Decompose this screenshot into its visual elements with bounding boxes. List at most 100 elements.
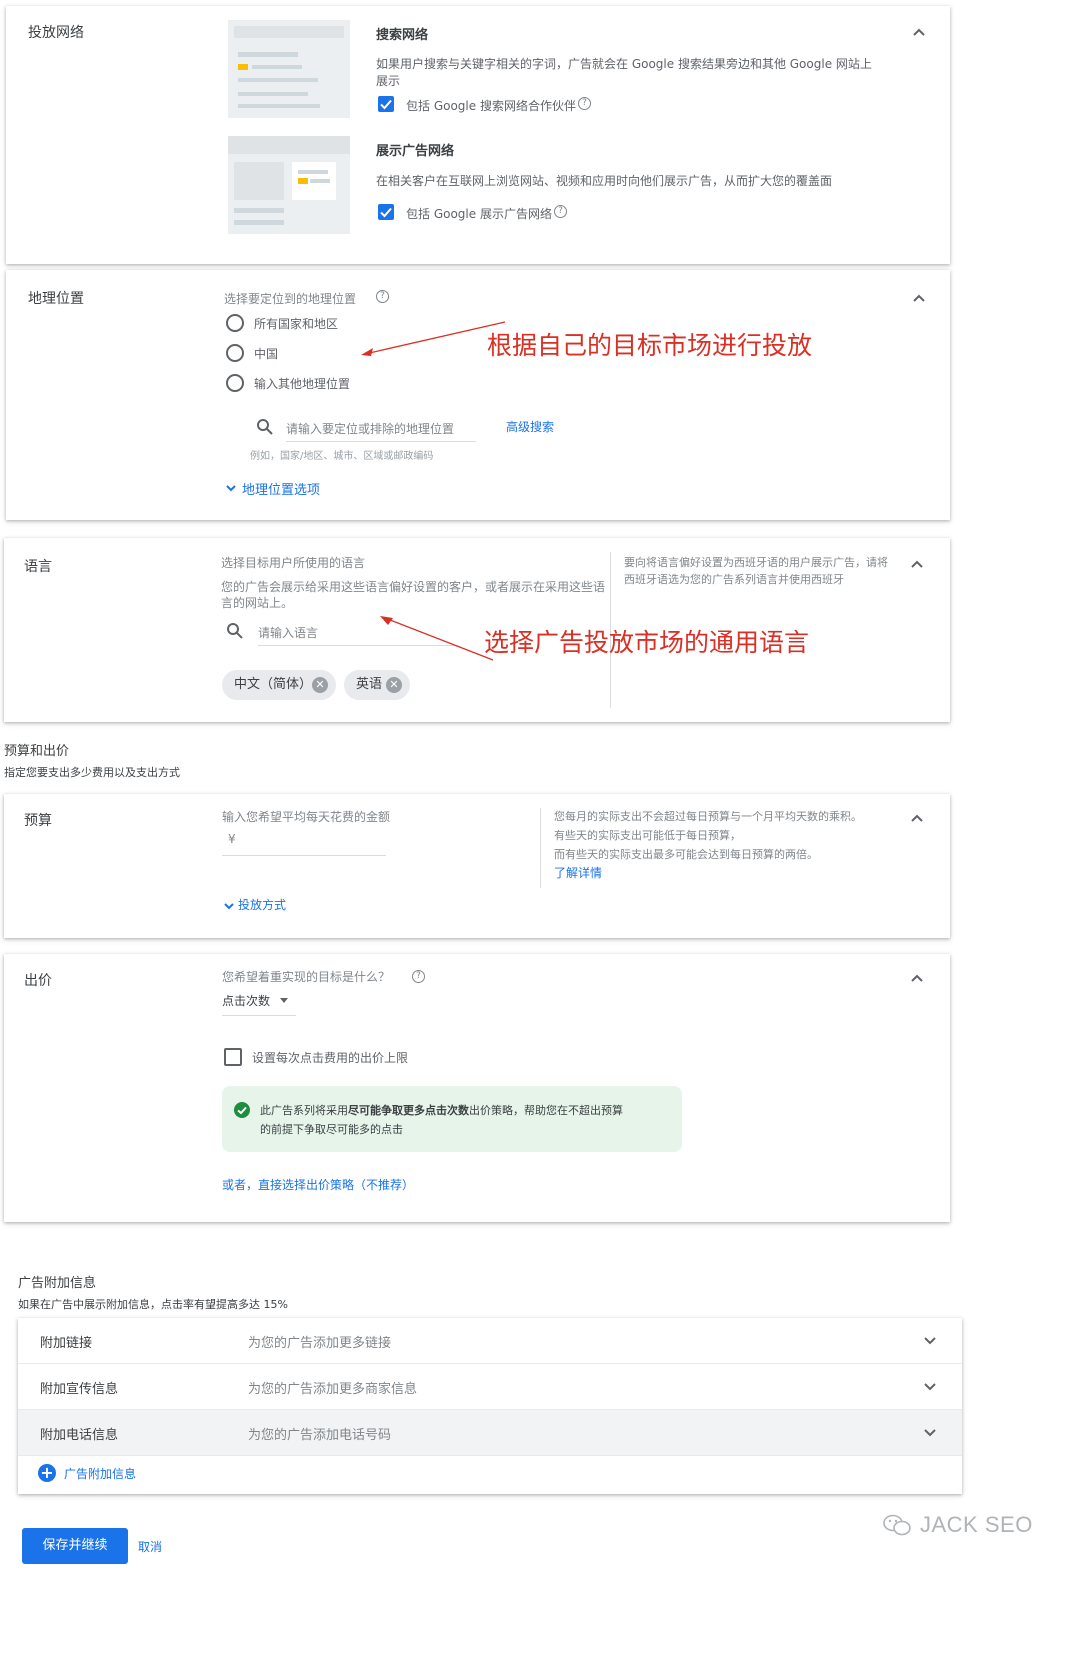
- language-side-note: 要向将语言偏好设置为西班牙语的用户展示广告，请将西班牙语选为您的广告系列语言并使…: [624, 556, 888, 586]
- select-bid-strategy-link[interactable]: 或者，直接选择出价策略（不推荐）: [222, 1176, 414, 1193]
- bidding-info-line-1: 此广告系列将采用尽可能争取更多点击次数出价策略，帮助您在不超出预算: [260, 1102, 623, 1118]
- collapse-language-icon[interactable]: [908, 556, 926, 574]
- check-circle-icon: [234, 1102, 250, 1118]
- networks-section-title: 投放网络: [28, 25, 84, 41]
- search-network-title: 搜索网络: [376, 28, 429, 43]
- bidding-info-pre: 此广告系列将采用: [260, 1104, 348, 1117]
- budget-bidding-heading: 预算和出价: [4, 744, 70, 759]
- bidding-section-title: 出价: [24, 973, 52, 989]
- language-chip-english[interactable]: 英语 ✕: [344, 670, 410, 700]
- budget-bidding-subheading: 指定您要支出多少费用以及支出方式: [4, 766, 180, 779]
- bidding-info-box: 此广告系列将采用尽可能争取更多点击次数出价策略，帮助您在不超出预算 的前提下争取…: [222, 1086, 682, 1152]
- collapse-budget-icon[interactable]: [908, 810, 926, 828]
- bidding-info-post: 出价策略，帮助您在不超出预算: [469, 1104, 623, 1117]
- add-extension-label: 广告附加信息: [64, 1467, 137, 1481]
- remove-chip-icon[interactable]: ✕: [312, 677, 328, 693]
- search-icon: [256, 418, 274, 436]
- collapse-networks-icon[interactable]: [910, 24, 928, 42]
- save-continue-button[interactable]: 保存并继续: [22, 1528, 128, 1564]
- display-network-help-icon[interactable]: ?: [554, 205, 567, 218]
- location-section-title: 地理位置: [28, 291, 84, 307]
- language-prompt: 选择目标用户所使用的语言: [221, 556, 366, 570]
- search-network-illustration: [228, 20, 350, 118]
- annotation-arrow-language: [380, 616, 494, 661]
- dropdown-arrow-icon: [280, 998, 288, 1003]
- location-help-icon[interactable]: ?: [376, 290, 389, 303]
- remove-chip-icon[interactable]: ✕: [386, 677, 402, 693]
- bid-cap-checkbox[interactable]: [224, 1048, 242, 1066]
- bidding-info-line-2: 的前提下争取尽可能多的点击: [260, 1123, 403, 1136]
- cancel-button[interactable]: 取消: [138, 1538, 162, 1555]
- search-partners-help-icon[interactable]: ?: [578, 97, 591, 110]
- display-network-checkbox[interactable]: [378, 204, 394, 220]
- location-option-china: 中国: [254, 347, 279, 361]
- display-network-label: 包括 Google 展示广告网络: [406, 207, 552, 221]
- search-partners-checkbox[interactable]: [378, 96, 394, 112]
- bidding-help-icon[interactable]: ?: [412, 970, 425, 983]
- chevron-down-icon[interactable]: [224, 480, 238, 494]
- extension-desc-call: 为您的广告添加电话号码: [248, 1428, 392, 1443]
- chevron-down-icon[interactable]: [922, 1332, 938, 1352]
- bidding-goal-select[interactable]: 点击次数: [222, 990, 296, 1016]
- location-example: 例如，国家/地区、城市、区域或邮政编码: [250, 451, 434, 462]
- advanced-search-link[interactable]: 高级搜索: [506, 418, 554, 435]
- language-section-title: 语言: [24, 559, 52, 575]
- bid-cap-label: 设置每次点击费用的出价上限: [252, 1051, 409, 1065]
- budget-input[interactable]: ¥: [222, 828, 386, 856]
- bidding-info-bold: 尽可能争取更多点击次数: [348, 1104, 469, 1117]
- language-chip-english-label: 英语: [356, 677, 383, 692]
- budget-side-note-2: 有些天的实际支出可能低于每日预算，: [554, 829, 741, 842]
- extensions-subheading: 如果在广告中展示附加信息，点击率有望提高多达 15%: [18, 1298, 288, 1311]
- chevron-down-icon[interactable]: [922, 1424, 938, 1444]
- extension-label-call: 附加电话信息: [40, 1428, 119, 1443]
- bidding-prompt: 您希望着重实现的目标是什么？: [222, 970, 391, 984]
- budget-card: 预算 输入您希望平均每天花费的金额 ¥ 投放方式 您每月的实际支出不会超过每日预…: [4, 794, 950, 938]
- budget-section-title: 预算: [24, 813, 52, 829]
- extension-label-sitelinks: 附加链接: [40, 1336, 93, 1351]
- networks-card: 投放网络 搜索网络 如果用户搜索与关键字相关的字词，广告就会在 Google 搜…: [6, 6, 950, 264]
- location-radio-all[interactable]: [226, 314, 244, 332]
- location-radio-china[interactable]: [226, 344, 244, 362]
- add-extension-button[interactable]: + 广告附加信息: [38, 1462, 178, 1484]
- search-network-description: 如果用户搜索与关键字相关的字词，广告就会在 Google 搜索结果旁边和其他 G…: [376, 57, 872, 88]
- location-option-other: 输入其他地理位置: [254, 377, 351, 391]
- chevron-down-icon[interactable]: [222, 898, 236, 912]
- extensions-heading: 广告附加信息: [18, 1276, 97, 1291]
- location-annotation: 根据自己的目标市场进行投放: [487, 331, 813, 360]
- delivery-method-link[interactable]: 投放方式: [238, 896, 286, 913]
- budget-side-note-1: 您每月的实际支出不会超过每日预算与一个月平均天数的乘积。: [554, 810, 862, 823]
- bidding-goal-value: 点击次数: [222, 994, 271, 1008]
- budget-side-note-3: 而有些天的实际支出最多可能会达到每日预算的两倍。: [554, 848, 818, 861]
- add-circle-icon: +: [38, 1464, 56, 1482]
- language-chip-chinese[interactable]: 中文（简体） ✕: [222, 670, 336, 700]
- extension-row-sitelinks[interactable]: 附加链接 为您的广告添加更多链接: [18, 1318, 962, 1364]
- budget-prompt: 输入您希望平均每天花费的金额: [222, 810, 391, 824]
- currency-symbol: ¥: [228, 832, 236, 846]
- extension-label-callouts: 附加宣传信息: [40, 1382, 119, 1397]
- extensions-card: 附加链接 为您的广告添加更多链接 附加宣传信息 为您的广告添加更多商家信息 附加…: [18, 1318, 962, 1494]
- search-partners-label: 包括 Google 搜索网络合作伙伴: [406, 99, 576, 113]
- language-chip-chinese-label: 中文（简体）: [234, 677, 313, 692]
- collapse-location-icon[interactable]: [910, 290, 928, 308]
- display-network-description: 在相关客户在互联网上浏览网站、视频和应用时向他们展示广告，从而扩大您的覆盖面: [376, 174, 833, 188]
- watermark: JACK SEO: [920, 1512, 1033, 1537]
- location-card: 地理位置 选择要定位到的地理位置 ? 所有国家和地区 中国 输入其他地理位置 请…: [6, 270, 950, 520]
- search-icon: [226, 622, 244, 640]
- bidding-card: 出价 您希望着重实现的目标是什么？ ? 点击次数 设置每次点击费用的出价上限 此…: [4, 954, 950, 1222]
- learn-more-link[interactable]: 了解详情: [554, 864, 602, 881]
- extension-row-call[interactable]: 附加电话信息 为您的广告添加电话号码: [18, 1410, 962, 1456]
- extension-desc-callouts: 为您的广告添加更多商家信息: [248, 1382, 418, 1397]
- display-network-illustration: [228, 136, 350, 234]
- location-prompt: 选择要定位到的地理位置: [224, 292, 357, 306]
- language-annotation: 选择广告投放市场的通用语言: [484, 628, 810, 657]
- display-network-title: 展示广告网络: [376, 144, 455, 159]
- location-search-input[interactable]: 请输入要定位或排除的地理位置: [286, 420, 476, 442]
- location-radio-other[interactable]: [226, 374, 244, 392]
- chevron-down-icon[interactable]: [922, 1378, 938, 1398]
- wechat-icon: [882, 1512, 912, 1538]
- collapse-bidding-icon[interactable]: [908, 970, 926, 988]
- extension-desc-sitelinks: 为您的广告添加更多链接: [248, 1336, 392, 1351]
- budget-divider: [540, 808, 541, 888]
- extension-row-callouts[interactable]: 附加宣传信息 为您的广告添加更多商家信息: [18, 1364, 962, 1410]
- location-options-link[interactable]: 地理位置选项: [242, 479, 320, 498]
